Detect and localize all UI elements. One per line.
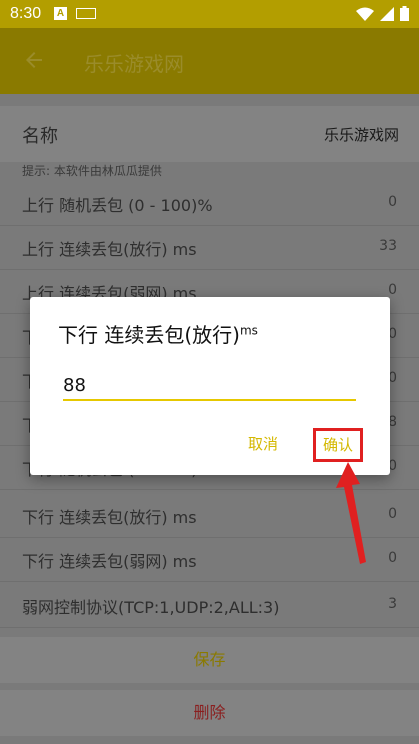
page-title: 乐乐游戏网	[84, 52, 184, 76]
status-icons	[356, 6, 409, 21]
name-row[interactable]: 名称 乐乐游戏网	[0, 106, 419, 162]
list-item[interactable]: 上行 连续丢包(放行) ms 33	[0, 226, 419, 270]
save-button[interactable]: 保存	[0, 637, 419, 683]
wifi-icon	[356, 7, 374, 21]
row-value: 3	[388, 596, 397, 612]
row-label: 下行 连续丢包(弱网) ms	[22, 552, 197, 571]
row-label: 上行 连续丢包(放行) ms	[22, 240, 197, 259]
dialog-title: 下行 连续丢包(放行)ms	[58, 319, 258, 348]
row-label: 上行 随机丢包 (0 - 100)%	[22, 196, 213, 215]
list-item[interactable]: 弱网控制协议(TCP:1,UDP:2,ALL:3) 3	[0, 584, 419, 628]
notification-icon: A	[54, 7, 67, 20]
delete-button[interactable]: 删除	[0, 690, 419, 736]
row-value: 33	[379, 238, 397, 254]
dialog-title-unit: ms	[239, 323, 258, 338]
status-bar: 8:30 A	[0, 0, 419, 28]
row-value: 0	[388, 506, 397, 522]
name-value: 乐乐游戏网	[323, 126, 399, 144]
edit-dialog: 下行 连续丢包(放行)ms 取消 确认	[30, 297, 390, 475]
notification-icon-2	[76, 8, 96, 19]
dialog-title-text: 下行 连续丢包(放行)	[58, 323, 240, 347]
status-time: 8:30	[10, 5, 42, 22]
annotation-arrow-icon	[336, 462, 366, 564]
signal-icon	[380, 6, 394, 21]
back-arrow-icon[interactable]	[22, 48, 46, 72]
cancel-button[interactable]: 取消	[248, 433, 278, 454]
name-label: 名称	[22, 126, 58, 147]
list-item[interactable]: 上行 随机丢包 (0 - 100)% 0	[0, 182, 419, 226]
row-value: 0	[388, 194, 397, 210]
row-label: 弱网控制协议(TCP:1,UDP:2,ALL:3)	[22, 598, 280, 617]
row-value: 0	[388, 282, 397, 298]
app-bar: 乐乐游戏网	[0, 28, 419, 94]
value-input[interactable]	[63, 371, 356, 401]
row-label: 下行 连续丢包(放行) ms	[22, 508, 197, 527]
hint-text: 提示: 本软件由林瓜瓜提供	[22, 164, 162, 178]
battery-icon	[400, 6, 409, 21]
confirm-button[interactable]: 确认	[313, 428, 363, 462]
row-value: 0	[388, 550, 397, 566]
